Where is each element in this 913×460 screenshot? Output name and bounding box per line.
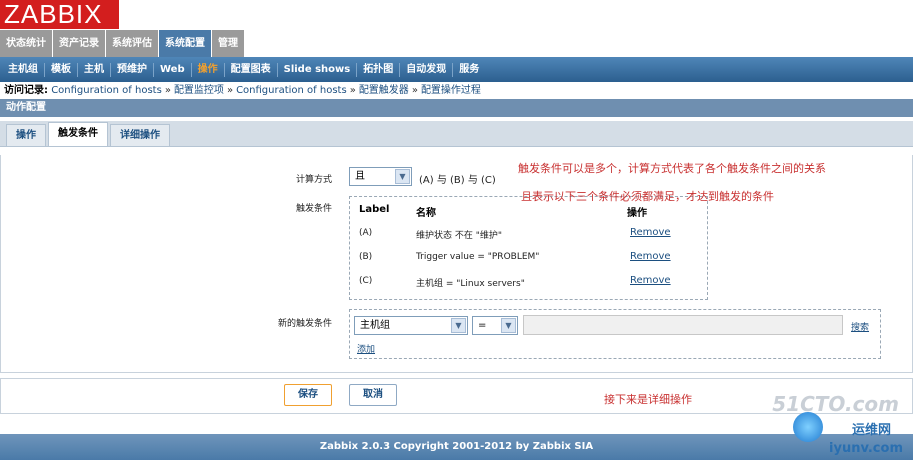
chevron-down-icon: ▼ [395, 169, 410, 184]
main-menu-item-configuration[interactable]: 系统配置 [159, 30, 212, 57]
sub-menu-item-host-groups[interactable]: 主机组 [2, 62, 45, 77]
new-condition-type-value: 主机组 [360, 320, 390, 331]
calc-type-label: 计算方式 [295, 175, 332, 185]
tabs-bar: 操作 触发条件 详细操作 [0, 121, 913, 147]
zabbix-logo[interactable]: ZABBIX [0, 0, 119, 29]
watermark-iyunv: iyunv.com [829, 441, 903, 456]
sub-menu-item-actions[interactable]: 操作 [192, 62, 225, 77]
watermark-yunwei: 运维网 [851, 423, 891, 438]
sub-menu: 主机组 模板 主机 预维护 Web 操作 配置图表 Slide shows 拓扑… [0, 57, 913, 82]
condition-a-label: (A) [359, 228, 373, 238]
tab-conditions[interactable]: 触发条件 [48, 122, 108, 146]
col-header-name: 名称 [416, 208, 436, 219]
breadcrumb-item[interactable]: 配置监控项 [174, 85, 224, 96]
remove-condition-c-link[interactable]: Remove [630, 275, 671, 286]
condition-b-label: (B) [359, 252, 373, 262]
condition-b-name: Trigger value = "PROBLEM" [416, 252, 540, 262]
breadcrumb-separator: » [349, 85, 356, 96]
search-link[interactable]: 搜索 [851, 320, 869, 333]
breadcrumb-separator: » [226, 85, 234, 96]
sub-menu-item-services[interactable]: 服务 [453, 63, 485, 77]
calc-type-select[interactable]: 且 ▼ [349, 167, 412, 186]
chevron-down-icon: ▼ [451, 318, 466, 333]
chevron-down-icon: ▼ [501, 318, 516, 333]
breadcrumb-item[interactable]: 配置触发器 [359, 85, 409, 96]
new-condition-value-input[interactable] [523, 315, 843, 335]
condition-c-label: (C) [359, 276, 373, 286]
conditions-label: 触发条件 [295, 204, 332, 214]
new-condition-label: 新的触发条件 [277, 319, 332, 329]
conditions-table: Label 名称 操作 (A) 维护状态 不在 "维护" Remove (B) … [349, 196, 708, 300]
logo-bar: ZABBIX [0, 0, 913, 30]
main-menu-item-inventory[interactable]: 资产记录 [53, 30, 106, 57]
watermark-logo-icon [793, 412, 823, 442]
main-menu-item-administration[interactable]: 管理 [212, 30, 245, 57]
main-menu-item-reports[interactable]: 系统评估 [106, 30, 159, 57]
breadcrumb-item[interactable]: Configuration of hosts [51, 85, 162, 96]
tab-operations[interactable]: 详细操作 [110, 124, 170, 146]
sub-menu-item-hosts[interactable]: 主机 [78, 62, 111, 77]
new-condition-operator-select[interactable]: = ▼ [472, 316, 518, 335]
copyright-bar: Zabbix 2.0.3 Copyright 2001-2012 by Zabb… [0, 434, 913, 460]
calc-expression: (A) 与 (B) 与 (C) [419, 175, 496, 186]
breadcrumb-separator: » [164, 85, 171, 96]
cancel-button[interactable]: 取消 [349, 384, 397, 406]
main-menu: 状态统计 资产记录 系统评估 系统配置 管理 [0, 30, 913, 57]
sub-menu-item-maps[interactable]: 拓扑图 [357, 62, 401, 77]
breadcrumb: 访问记录: Configuration of hosts» 配置监控项» Confi… [0, 82, 913, 99]
annotation-note-3: 接下来是详细操作 [604, 393, 692, 406]
sub-menu-item-maintenance[interactable]: 预维护 [111, 62, 154, 77]
section-title: 动作配置 [0, 99, 913, 117]
remove-condition-b-link[interactable]: Remove [630, 251, 671, 262]
condition-c-name: 主机组 = "Linux servers" [416, 279, 525, 289]
breadcrumb-separator: » [411, 85, 418, 96]
add-condition-link[interactable]: 添加 [357, 342, 375, 355]
col-header-label: Label [359, 204, 390, 215]
new-condition-operator-value: = [478, 320, 487, 331]
sub-menu-item-screens[interactable]: 配置图表 [225, 62, 278, 77]
annotation-note-1: 触发条件可以是多个，计算方式代表了各个触发条件之间的关系 [518, 162, 826, 175]
breadcrumb-item[interactable]: Configuration of hosts [236, 85, 347, 96]
condition-a-name: 维护状态 不在 "维护" [416, 231, 503, 241]
tab-action[interactable]: 操作 [6, 124, 46, 146]
breadcrumb-prefix: 访问记录: [4, 85, 48, 96]
col-header-action: 操作 [627, 208, 647, 219]
watermark-51cto: 51CTO.com [772, 392, 899, 416]
sub-menu-item-slide-shows[interactable]: Slide shows [278, 62, 358, 77]
new-condition-type-select[interactable]: 主机组 ▼ [354, 316, 468, 335]
save-button[interactable]: 保存 [284, 384, 332, 406]
calc-type-value: 且 [355, 171, 365, 182]
breadcrumb-item[interactable]: 配置操作过程 [421, 85, 481, 96]
remove-condition-a-link[interactable]: Remove [630, 227, 671, 238]
sub-menu-item-discovery[interactable]: 自动发现 [400, 62, 454, 77]
sub-menu-item-templates[interactable]: 模板 [45, 62, 78, 77]
sub-menu-item-web[interactable]: Web [154, 62, 192, 77]
main-menu-item-monitoring[interactable]: 状态统计 [0, 30, 53, 57]
annotation-note-2: 且表示以下三个条件必须都满足，才达到触发的条件 [521, 190, 774, 203]
